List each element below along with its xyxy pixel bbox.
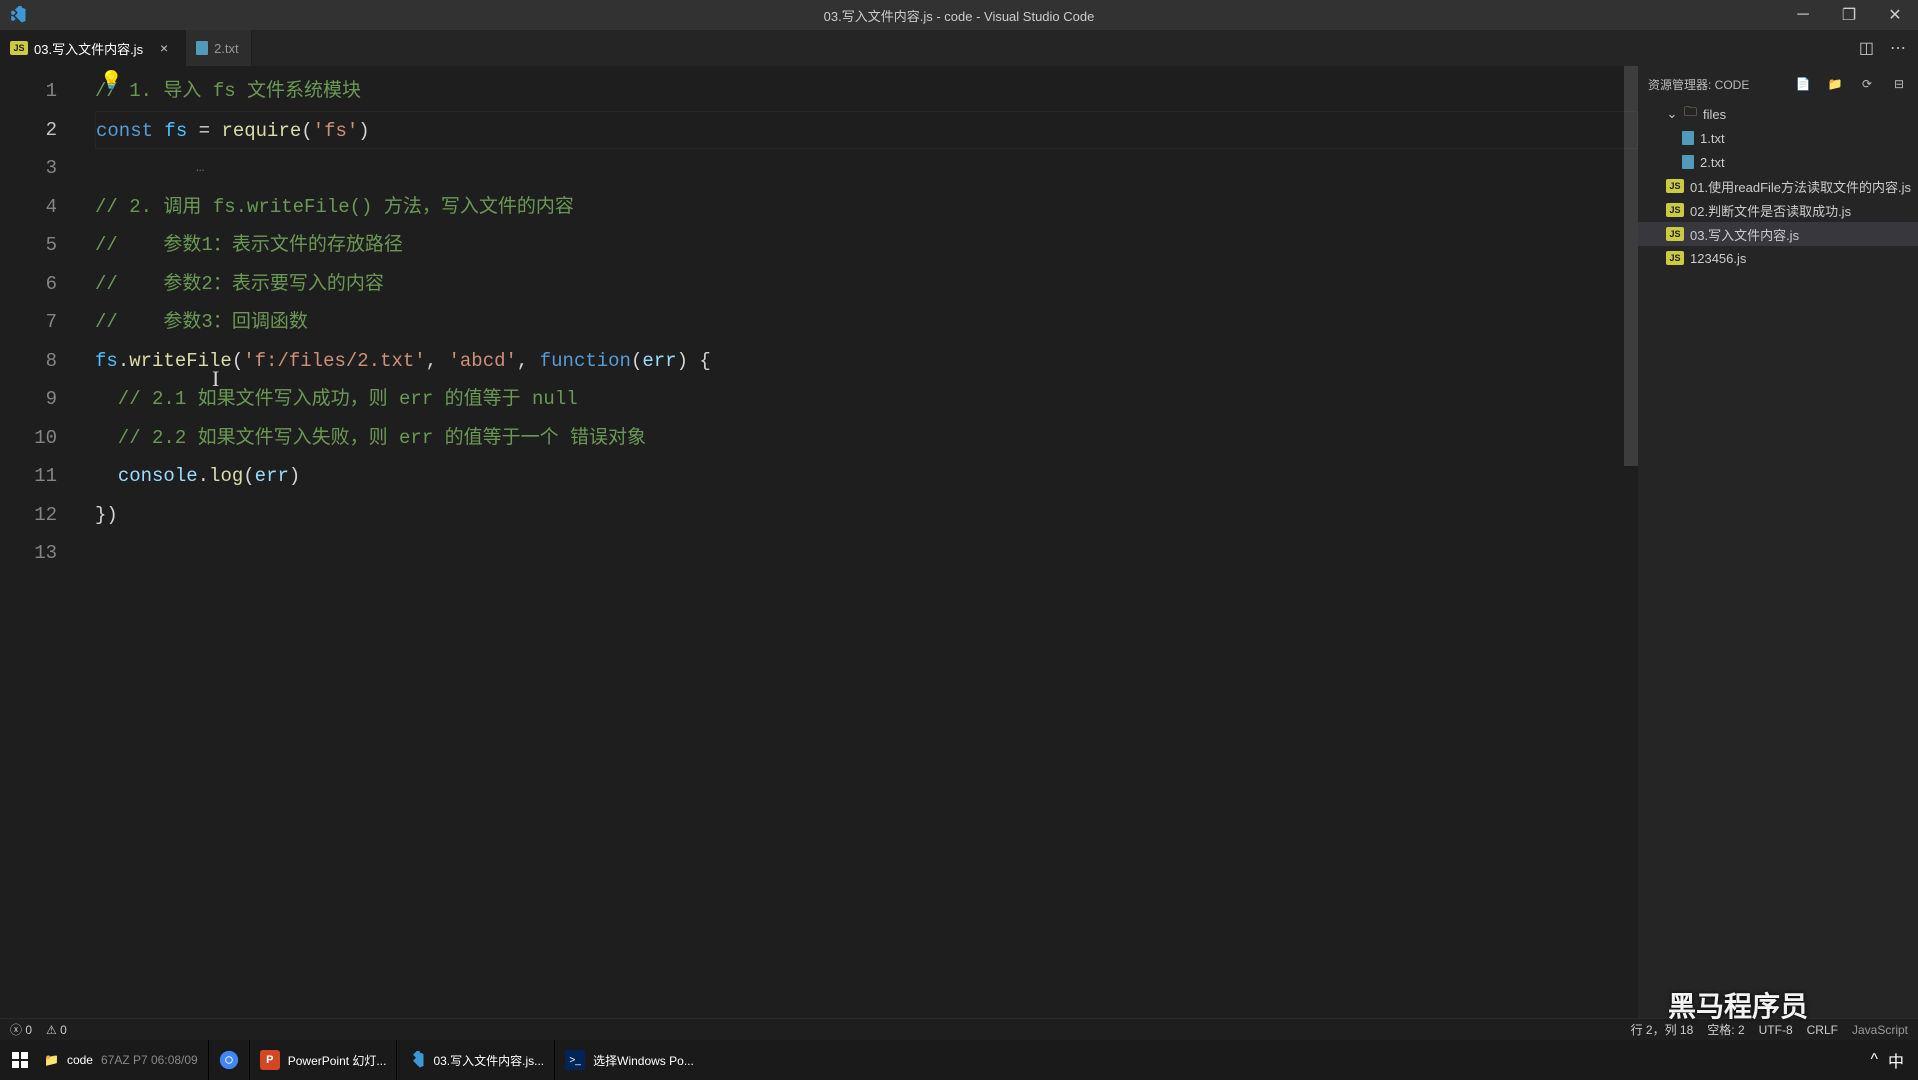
js-file-icon: JS xyxy=(10,41,28,55)
txt-file-icon xyxy=(1682,155,1694,169)
taskbar-item-explorer[interactable]: 📁 code 67AZ P7 06:08/09 xyxy=(40,1040,208,1080)
tab-file-2[interactable]: 2.txt xyxy=(186,30,252,66)
eol[interactable]: CRLF xyxy=(1807,1023,1838,1037)
watermark-text: 黑马程序员 xyxy=(1668,985,1808,1025)
file-2-txt[interactable]: 2.txt xyxy=(1638,150,1918,174)
taskbar-label: 67AZ P7 06:08/09 xyxy=(101,1053,198,1067)
txt-file-icon xyxy=(1682,131,1694,145)
js-file-icon: JS xyxy=(1666,179,1684,193)
js-file-icon: JS xyxy=(1666,251,1684,265)
code-editor[interactable]: 💡 1 2 3 4 5 6 7 8 9 10 11 12 13 // 1. 导入… xyxy=(0,66,1638,1018)
file-02-js[interactable]: JS 02.判断文件是否读取成功.js xyxy=(1638,198,1918,222)
taskbar-item-vscode[interactable]: 03.写入文件内容.js... xyxy=(396,1040,554,1080)
lightbulb-icon[interactable]: 💡 xyxy=(100,70,122,92)
txt-file-icon xyxy=(196,41,208,55)
folder-label: files xyxy=(1703,107,1726,122)
maximize-button[interactable]: ❐ xyxy=(1826,0,1872,30)
window-title: 03.写入文件内容.js - code - Visual Studio Code xyxy=(0,6,1918,25)
more-actions-icon[interactable]: ⋯ xyxy=(1890,38,1906,58)
chevron-down-icon: ⌄ xyxy=(1666,106,1678,122)
powerpoint-icon: P xyxy=(260,1050,280,1070)
vscode-icon xyxy=(407,1051,425,1069)
line-number-gutter: 1 2 3 4 5 6 7 8 9 10 11 12 13 xyxy=(0,72,75,573)
file-03-js[interactable]: JS 03.写入文件内容.js xyxy=(1638,222,1918,246)
taskbar-label: PowerPoint 幻灯... xyxy=(288,1052,387,1069)
new-file-icon[interactable]: 📄 xyxy=(1794,75,1812,93)
file-123456-js[interactable]: JS 123456.js xyxy=(1638,246,1918,270)
status-bar: ⓧ 0 ⚠ 0 行 2，列 18 空格: 2 UTF-8 CRLF JavaSc… xyxy=(0,1018,1918,1040)
taskbar-label: 选择Windows Po... xyxy=(593,1052,694,1069)
taskbar-item-powershell[interactable]: >_ 选择Windows Po... xyxy=(554,1040,704,1080)
refresh-icon[interactable]: ⟳ xyxy=(1858,75,1876,93)
start-button[interactable] xyxy=(0,1040,40,1080)
folder-icon: 🗀 xyxy=(1684,103,1697,125)
split-editor-icon[interactable]: ◫ xyxy=(1859,38,1874,58)
powershell-icon: >_ xyxy=(565,1050,585,1070)
tab-active-file[interactable]: JS 03.写入文件内容.js × xyxy=(0,30,186,66)
text-cursor-icon: I xyxy=(212,366,219,392)
title-bar: 03.写入文件内容.js - code - Visual Studio Code… xyxy=(0,0,1918,30)
file-label: 03.写入文件内容.js xyxy=(1690,225,1799,244)
warnings-icon[interactable]: ⚠ 0 xyxy=(46,1023,67,1037)
parameter-hint: … xyxy=(196,160,204,176)
ime-indicator[interactable]: 中 xyxy=(1882,1048,1910,1072)
js-file-icon: JS xyxy=(1666,203,1684,217)
tab-close-icon[interactable]: × xyxy=(155,39,173,57)
file-label: 02.判断文件是否读取成功.js xyxy=(1690,201,1851,220)
file-label: 1.txt xyxy=(1700,131,1725,146)
vscode-logo-icon xyxy=(0,6,35,24)
tray-expand-icon[interactable]: ^ xyxy=(1870,1051,1878,1069)
language-mode[interactable]: JavaScript xyxy=(1852,1023,1908,1037)
file-tree: ⌄ 🗀 files 1.txt 2.txt JS 01.使用readFile方法… xyxy=(1638,102,1918,270)
taskbar-label: code xyxy=(67,1053,93,1067)
explorer-title: 资源管理器: CODE xyxy=(1648,76,1749,93)
taskbar-label: 03.写入文件内容.js... xyxy=(433,1052,544,1069)
file-label: 01.使用readFile方法读取文件的内容.js xyxy=(1690,177,1911,196)
close-button[interactable]: ✕ xyxy=(1872,0,1918,30)
collapse-all-icon[interactable]: ⊟ xyxy=(1890,75,1908,93)
file-label: 123456.js xyxy=(1690,251,1746,266)
windows-taskbar: 📁 code 67AZ P7 06:08/09 P PowerPoint 幻灯.… xyxy=(0,1040,1918,1080)
file-1-txt[interactable]: 1.txt xyxy=(1638,126,1918,150)
minimize-button[interactable]: ─ xyxy=(1780,0,1826,30)
code-content[interactable]: // 1. 导入 fs 文件系统模块 const fs = require('f… xyxy=(75,72,1638,573)
taskbar-item-powerpoint[interactable]: P PowerPoint 幻灯... xyxy=(249,1040,397,1080)
file-01-js[interactable]: JS 01.使用readFile方法读取文件的内容.js xyxy=(1638,174,1918,198)
file-label: 2.txt xyxy=(1700,155,1725,170)
tab-bar: JS 03.写入文件内容.js × 2.txt ◫ ⋯ xyxy=(0,30,1918,66)
explorer-sidebar: 资源管理器: CODE 📄 📁 ⟳ ⊟ ⌄ 🗀 files 1.txt 2.tx… xyxy=(1638,66,1918,1018)
errors-icon[interactable]: ⓧ 0 xyxy=(10,1021,32,1038)
js-file-icon: JS xyxy=(1666,227,1684,241)
folder-files[interactable]: ⌄ 🗀 files xyxy=(1638,102,1918,126)
new-folder-icon[interactable]: 📁 xyxy=(1826,75,1844,93)
editor-scrollbar[interactable] xyxy=(1624,66,1638,466)
taskbar-item-chrome[interactable] xyxy=(208,1040,249,1080)
tab-label: 2.txt xyxy=(214,41,239,56)
tab-label: 03.写入文件内容.js xyxy=(34,39,143,58)
